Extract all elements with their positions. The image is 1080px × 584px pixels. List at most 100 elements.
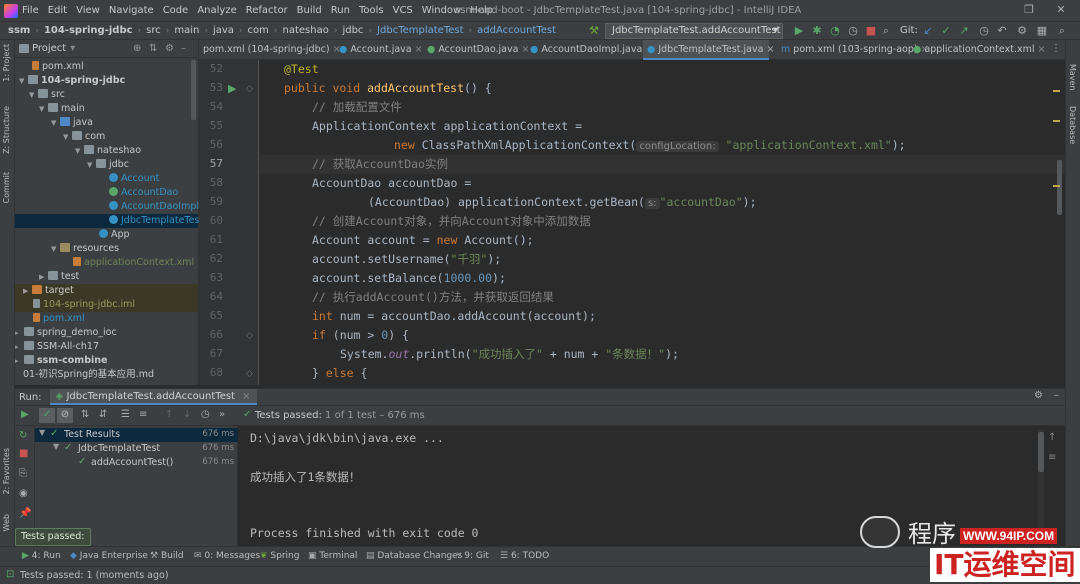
tree-item-spring-demo-ioc[interactable]: ▸ spring_demo_ioc	[15, 326, 117, 340]
debug-icon[interactable]: ✱	[811, 25, 823, 37]
expand-arrow-icon[interactable]: ▼	[87, 158, 96, 172]
console-scrollbar[interactable]	[1038, 432, 1044, 472]
tree-item-java[interactable]: ▼ java	[51, 116, 93, 130]
expand-arrow-icon[interactable]: ▼	[39, 428, 45, 437]
breadcrumb-src[interactable]: src	[146, 25, 161, 36]
expand-arrow-icon[interactable]: ▼	[19, 74, 28, 88]
history-icon[interactable]: ◷	[978, 25, 990, 37]
status-text[interactable]: Tests passed: 1 (moments ago)	[20, 570, 169, 581]
run-icon[interactable]: ▶	[793, 25, 805, 37]
prev-failed-icon[interactable]: ↑	[165, 409, 173, 420]
tree-item-module[interactable]: ▼ 104-spring-jdbc	[19, 74, 125, 88]
tool-java-enterprise[interactable]: ◆ Java Enterprise	[70, 551, 148, 561]
tab-applicationcontext[interactable]: ● applicationContext.xml ×	[909, 40, 1045, 60]
tab-account[interactable]: ● Account.java ×	[335, 40, 423, 60]
run-tab[interactable]: ◈ JdbcTemplateTest.addAccountTest ×	[49, 389, 257, 405]
stop-icon[interactable]: ■	[865, 25, 877, 37]
collapse-arrow-icon[interactable]: ▸	[15, 340, 24, 354]
tree-item-pom[interactable]: pom.xml	[23, 60, 84, 74]
export-icon[interactable]: ⎘	[19, 468, 27, 479]
close-tab-icon[interactable]: ×	[1038, 44, 1046, 55]
tree-item-jdbctemplatetest[interactable]: JdbcTemplateTest	[15, 214, 203, 228]
menu-analyze[interactable]: Analyze	[197, 5, 236, 16]
tab-jdbctemplatetest[interactable]: ● JdbcTemplateTest.java ×	[643, 40, 774, 60]
tool-terminal[interactable]: ▣ Terminal	[308, 551, 357, 561]
project-scrollbar[interactable]	[191, 60, 196, 120]
tree-item-applicationcontext[interactable]: applicationContext.xml	[73, 256, 194, 270]
git-commit-icon[interactable]: ✓	[940, 25, 952, 37]
structure-tool-tab[interactable]: Z: Structure	[2, 106, 11, 154]
stop-icon[interactable]: ■	[19, 448, 28, 459]
gear-icon[interactable]: ⚙	[1034, 390, 1043, 401]
chevron-down-icon[interactable]: ▾	[70, 43, 75, 54]
tree-item-com[interactable]: ▼ com	[63, 130, 105, 144]
tree-item-resources[interactable]: ▼ resources	[51, 242, 119, 256]
project-structure-icon[interactable]: ▦	[1036, 25, 1048, 37]
close-window-icon[interactable]: ✕	[1054, 3, 1068, 17]
menu-refactor[interactable]: Refactor	[246, 5, 288, 16]
menu-view[interactable]: View	[76, 5, 100, 16]
tool-messages[interactable]: ✉ 0: Messages	[194, 551, 260, 561]
soft-wrap-icon[interactable]: ≡	[1048, 452, 1056, 463]
web-tool-tab[interactable]: Web	[2, 514, 11, 531]
maven-tool-tab[interactable]: Maven	[1068, 64, 1077, 91]
menu-edit[interactable]: Edit	[48, 5, 67, 16]
tree-item-iml[interactable]: 104-spring-jdbc.iml	[15, 298, 198, 312]
tool-build[interactable]: ⚒ Build	[150, 551, 184, 561]
collapse-icon[interactable]: ⇅	[149, 43, 157, 54]
sort-duration-icon[interactable]: ⇵	[99, 409, 107, 420]
breadcrumb-nateshao[interactable]: nateshao	[283, 25, 329, 36]
commit-tool-tab[interactable]: Commit	[2, 172, 11, 203]
git-push-icon[interactable]: ↗	[958, 25, 970, 37]
favorites-tool-tab[interactable]: 2: Favorites	[2, 448, 11, 494]
breadcrumb-com[interactable]: com	[248, 25, 269, 36]
tree-item-account[interactable]: Account	[109, 172, 159, 186]
tree-row-class[interactable]: ▼ ✓ JdbcTemplateTest 676 ms	[35, 442, 238, 456]
rerun-failed-icon[interactable]: ↻	[19, 430, 27, 441]
locate-icon[interactable]: ⊕	[133, 43, 141, 54]
menu-navigate[interactable]: Navigate	[109, 5, 154, 16]
collapse-arrow-icon[interactable]: ▸	[15, 354, 24, 368]
tree-item-pom2[interactable]: pom.xml	[33, 312, 85, 326]
tree-item-nateshao[interactable]: ▼ nateshao	[75, 144, 141, 158]
menu-file[interactable]: File	[22, 5, 39, 16]
tree-item-accountdaoimpl[interactable]: AccountDaoImpl	[109, 200, 199, 214]
tree-item-main[interactable]: ▼ main	[39, 102, 85, 116]
code-editor[interactable]: @Test public void addAccountTest() { // …	[260, 60, 1065, 385]
show-ignored-icon[interactable]: ⊘	[57, 408, 73, 423]
collapse-all-icon[interactable]: ≡	[139, 409, 147, 420]
tool-run[interactable]: ▶ 4: Run	[22, 551, 61, 561]
build-hammer-icon[interactable]: ⚒	[588, 25, 600, 37]
menu-code[interactable]: Code	[163, 5, 189, 16]
menu-run[interactable]: Run	[331, 5, 350, 16]
warning-marker[interactable]	[1053, 120, 1060, 122]
tree-row-method[interactable]: ✓ addAccountTest() 676 ms	[35, 456, 238, 470]
close-tab-icon[interactable]: ×	[242, 391, 250, 402]
close-tab-icon[interactable]: ×	[415, 44, 423, 55]
restore-window-icon[interactable]: ❐	[1022, 3, 1036, 17]
project-panel-title[interactable]: Project	[32, 43, 66, 54]
collapse-arrow-icon[interactable]: ▶	[39, 270, 48, 284]
project-tool-tab[interactable]: 1: Project	[2, 44, 11, 82]
tool-git[interactable]: ⑂ 9: Git	[456, 551, 489, 561]
close-tab-icon[interactable]: ×	[766, 44, 774, 55]
history-icon[interactable]: ◷	[201, 409, 210, 420]
expand-arrow-icon[interactable]: ▼	[39, 102, 48, 116]
menu-tools[interactable]: Tools	[359, 5, 384, 16]
tree-row-test-results[interactable]: ▼ ✓ Test Results 676 ms	[35, 428, 238, 442]
menu-vcs[interactable]: VCS	[393, 5, 413, 16]
editor-gutter[interactable]: 52 53 54 55 56 57 58 59 60 61 62 63 64 6…	[199, 60, 276, 385]
tree-item-accountdao[interactable]: AccountDao	[109, 186, 178, 200]
breadcrumb-ssm[interactable]: ssm	[8, 25, 30, 36]
coverage-icon[interactable]: ◔	[829, 25, 841, 37]
expand-all-icon[interactable]: ☰	[121, 409, 130, 420]
tab-pom-103[interactable]: m pom.xml (103-spring-aop) ×	[777, 40, 929, 60]
collapse-arrow-icon[interactable]: ▶	[23, 284, 32, 298]
hide-icon[interactable]: –	[1054, 390, 1059, 401]
show-passed-icon[interactable]: ✓	[39, 408, 55, 423]
tree-item-target[interactable]: ▶ target	[15, 284, 198, 298]
expand-arrow-icon[interactable]: ▼	[29, 88, 38, 102]
breadcrumb-class[interactable]: JdbcTemplateTest	[377, 25, 463, 36]
collapse-arrow-icon[interactable]: ▸	[15, 326, 24, 340]
tool-spring[interactable]: ❦ Spring	[260, 551, 299, 561]
